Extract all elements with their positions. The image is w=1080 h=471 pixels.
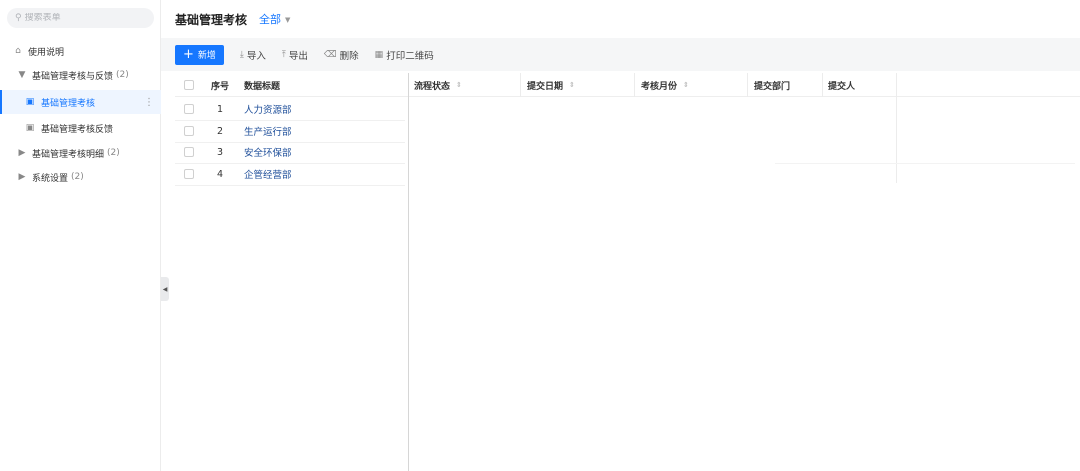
column-header-submitter[interactable]: 提交人 [828, 73, 855, 97]
table-header: 序号 数据标题 流程状态 ⇕ 提交日期 ⇕ 考核月份 ⇕ 提交部门 提交人 [175, 73, 1080, 183]
caret-right-icon: ▶ [18, 148, 26, 158]
home-icon: ⌂ [15, 46, 21, 56]
sidebar-item-label: 基础管理考核与反馈 [32, 71, 114, 82]
sidebar-item-usage[interactable]: ⌂ 使用说明 [0, 39, 161, 63]
sidebar-item-label: 基础管理考核明细 [32, 149, 105, 160]
column-header-assess-month-label: 考核月份 [641, 81, 678, 92]
import-icon: ⤓ [239, 49, 244, 60]
print-qr-button[interactable]: ▦ 打印二维码 [375, 48, 434, 62]
column-header-submit-date[interactable]: 提交日期 ⇕ [527, 73, 575, 97]
table-row[interactable]: 1 人力资源部 [175, 98, 1080, 120]
select-all-checkbox[interactable] [184, 73, 194, 97]
sidebar: ⚲ ⌂ 使用说明 ▼ 基础管理考核与反馈 (2) ▣ 基础管理考核 ⋮ ▣ 基础… [0, 0, 161, 471]
column-separator [822, 73, 823, 97]
page-title: 基础管理考核 [175, 12, 248, 27]
sidebar-group-assessment-feedback[interactable]: ▼ 基础管理考核与反馈 (2) [0, 63, 161, 87]
row-checkbox[interactable] [184, 98, 194, 120]
table-row[interactable]: 2 生产运行部 [175, 120, 1080, 142]
row-index: 4 [217, 168, 224, 180]
sidebar-item-label: 基础管理考核反馈 [41, 124, 114, 135]
column-header-department[interactable]: 提交部门 [754, 73, 790, 97]
qrcode-icon: ▦ [374, 49, 384, 60]
row-index: 1 [217, 103, 224, 115]
trash-icon: ⌫ [323, 49, 337, 60]
row-checkbox[interactable] [184, 163, 194, 185]
row-checkbox[interactable] [184, 141, 194, 163]
caret-down-icon: ▼ [18, 70, 26, 80]
table-row[interactable]: 4 企管经营部 [175, 163, 1080, 185]
import-button-label: 导入 [246, 50, 266, 62]
sidebar-item-assessment-feedback[interactable]: ▣ 基础管理考核反馈 [0, 116, 161, 140]
sidebar-group-system-settings[interactable]: ▶ 系统设置 (2) [0, 165, 161, 189]
sidebar-item-label: 系统设置 [32, 173, 69, 184]
view-filter-dropdown[interactable]: 全部 ▼ [259, 11, 290, 27]
row-index: 2 [217, 125, 224, 137]
row-index: 3 [217, 146, 224, 158]
add-button-label: 新增 [197, 51, 216, 61]
data-table: 序号 数据标题 流程状态 ⇕ 提交日期 ⇕ 考核月份 ⇕ 提交部门 提交人 1 人力资… [175, 73, 1080, 471]
caret-left-icon: ◀ [162, 285, 168, 293]
row-title[interactable]: 人力资源部 [244, 98, 292, 120]
search-box[interactable]: ⚲ [7, 8, 154, 28]
sidebar-group-assessment-detail[interactable]: ▶ 基础管理考核明细 (2) [0, 141, 161, 165]
sidebar-collapse-handle[interactable]: ◀ [161, 277, 169, 301]
frozen-column-divider[interactable] [408, 73, 409, 471]
add-button[interactable]: + 新增 [175, 44, 224, 65]
search-input[interactable] [24, 13, 145, 23]
column-header-status-label: 流程状态 [414, 81, 451, 92]
print-qr-button-label: 打印二维码 [386, 50, 434, 62]
row-checkbox[interactable] [184, 120, 194, 142]
column-separator [634, 73, 635, 97]
caret-right-icon: ▶ [18, 172, 26, 182]
caret-down-icon: ▼ [285, 16, 291, 24]
form-icon: ▣ [25, 97, 35, 107]
column-header-submit-date-label: 提交日期 [527, 81, 564, 92]
column-header-index: 序号 [211, 81, 230, 92]
row-title[interactable]: 生产运行部 [244, 120, 292, 142]
search-icon: ⚲ [15, 13, 22, 23]
sidebar-item-label: 基础管理考核 [41, 98, 96, 109]
sort-icon[interactable]: ⇕ [683, 81, 689, 89]
column-separator [747, 73, 748, 97]
row-divider [775, 163, 1075, 164]
delete-button-label: 删除 [339, 50, 359, 62]
export-icon: ⤒ [281, 49, 286, 60]
page-header: 基础管理考核 全部 ▼ [161, 0, 1080, 38]
column-separator [520, 73, 521, 97]
column-header-title[interactable]: 数据标题 [244, 73, 280, 97]
table-row[interactable]: 3 安全环保部 [175, 141, 1080, 163]
sidebar-item-label: 使用说明 [28, 47, 65, 58]
view-filter-label: 全部 [259, 13, 282, 26]
plus-icon: + [183, 47, 194, 62]
row-title[interactable]: 企管经营部 [244, 163, 292, 185]
column-header-assess-month[interactable]: 考核月份 ⇕ [641, 73, 689, 97]
sidebar-item-count: (2) [107, 148, 120, 158]
column-header-status[interactable]: 流程状态 ⇕ [414, 73, 462, 97]
sort-icon[interactable]: ⇕ [569, 81, 575, 89]
sidebar-item-count: (2) [71, 172, 84, 182]
row-title[interactable]: 安全环保部 [244, 141, 292, 163]
export-button-label: 导出 [288, 50, 308, 62]
delete-button[interactable]: ⌫ 删除 [324, 48, 359, 62]
import-button[interactable]: ⤓ 导入 [240, 48, 266, 62]
sidebar-item-count: (2) [116, 70, 129, 80]
more-icon[interactable]: ⋮ [144, 97, 154, 108]
toolbar: + 新增 ⤓ 导入 ⤒ 导出 ⌫ 删除 ▦ 打印二维码 [161, 38, 1080, 71]
export-button[interactable]: ⤒ 导出 [282, 48, 308, 62]
row-divider [175, 185, 405, 186]
sort-icon[interactable]: ⇕ [456, 81, 462, 89]
sidebar-item-assessment[interactable]: ▣ 基础管理考核 ⋮ [0, 90, 161, 114]
form-icon: ▣ [25, 123, 35, 133]
